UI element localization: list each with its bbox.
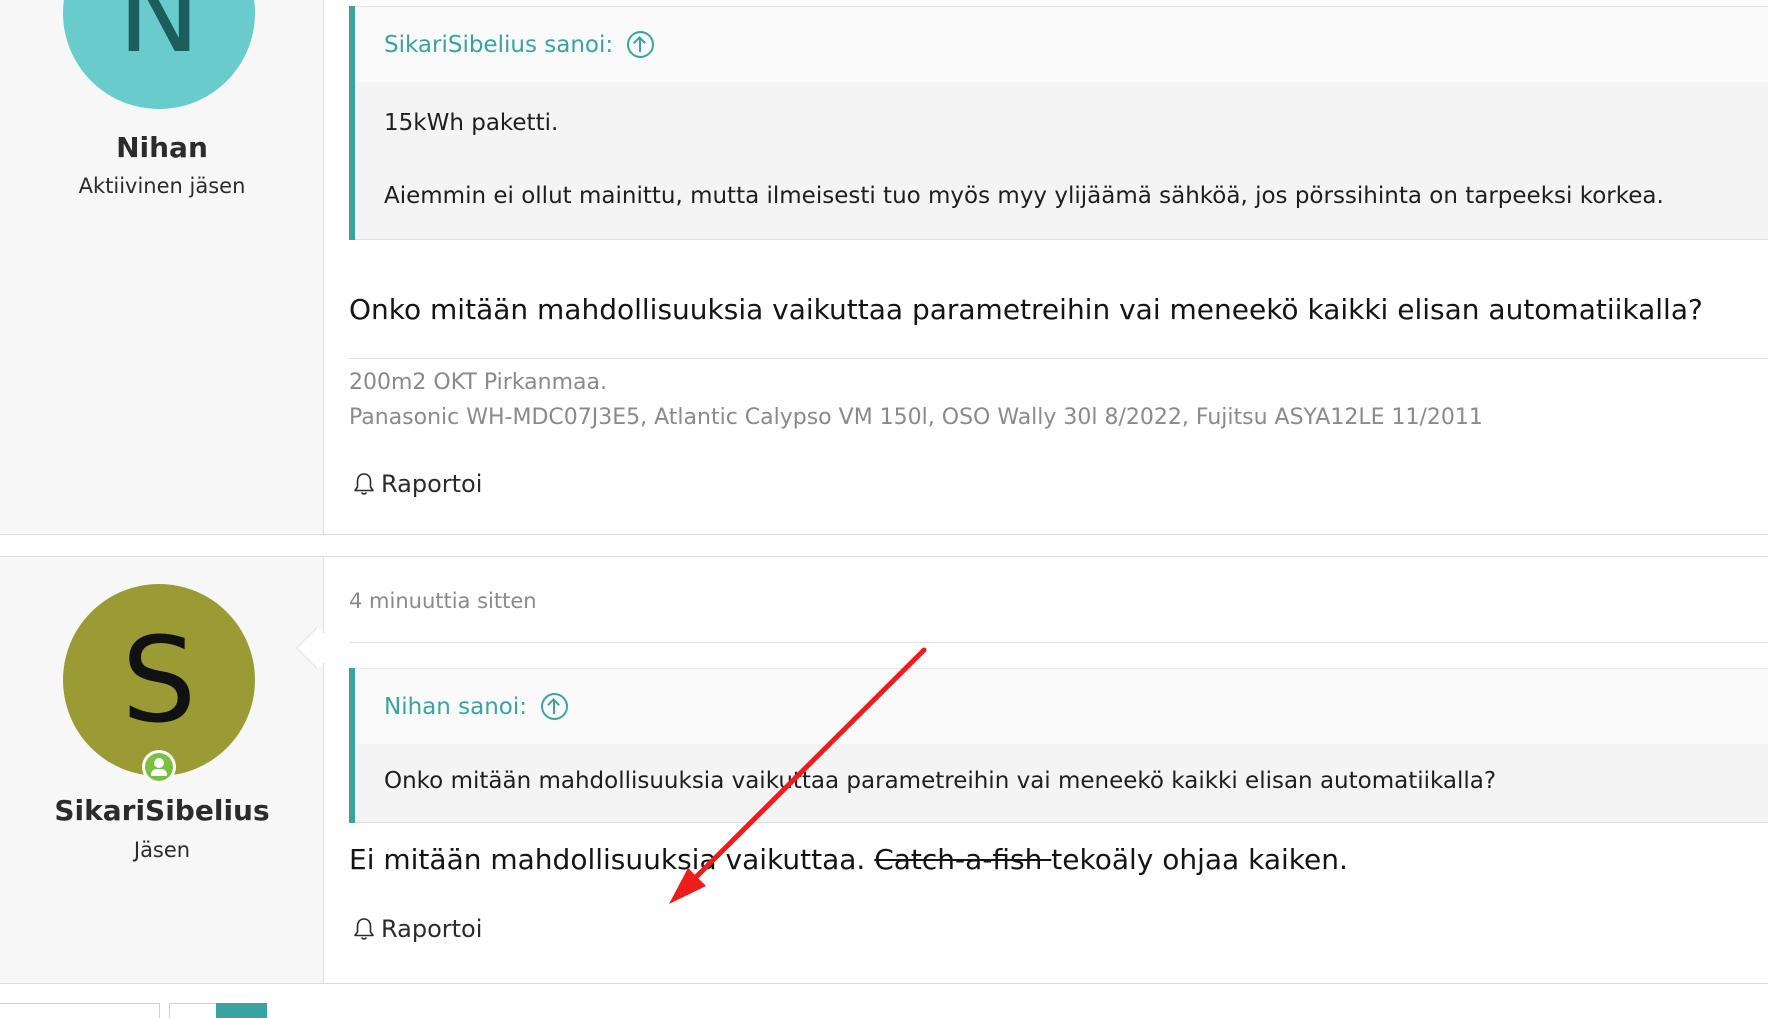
quote-block: SikariSibelius sanoi: 15kWh paketti. Aie…: [349, 6, 1768, 240]
report-button[interactable]: Raportoi: [353, 470, 482, 498]
quote-block: Nihan sanoi: Onko mitään mahdollisuuksia…: [349, 668, 1768, 823]
quote-line: Aiemmin ei ollut mainittu, mutta ilmeise…: [384, 183, 1664, 209]
avatar[interactable]: S: [63, 584, 255, 776]
post-sikarisibelius: S SikariSibelius Jäsen 4 minuuttia sitte…: [0, 556, 1768, 984]
quote-header[interactable]: SikariSibelius sanoi:: [355, 6, 1768, 82]
bell-icon: [354, 473, 374, 495]
user-info-panel: S SikariSibelius Jäsen: [0, 557, 324, 983]
post-content: SikariSibelius sanoi: 15kWh paketti. Aie…: [349, 0, 1768, 534]
user-info-panel: N Nihan Aktiivinen jäsen: [0, 0, 324, 534]
avatar-letter: S: [121, 611, 197, 749]
jump-to-quote-icon[interactable]: [541, 693, 569, 720]
signature-line: 200m2 OKT Pirkanmaa.: [349, 370, 607, 395]
post-nihan: N Nihan Aktiivinen jäsen SikariSibelius …: [0, 0, 1768, 535]
post-time[interactable]: 4 minuuttia sitten: [349, 589, 537, 613]
user-title: Jäsen: [133, 838, 191, 862]
username[interactable]: Nihan: [0, 131, 324, 164]
report-label: Raportoi: [381, 470, 483, 498]
post-content: 4 minuuttia sitten Nihan sanoi: Onko mit…: [349, 557, 1768, 983]
signature-divider: [349, 358, 1768, 359]
divider: [355, 822, 1768, 823]
post-body: Onko mitään mahdollisuuksia vaikuttaa pa…: [349, 293, 1703, 326]
report-label: Raportoi: [381, 915, 483, 943]
post-body-text: tekoäly ohjaa kaiken.: [1051, 843, 1348, 876]
divider: [349, 642, 1768, 643]
pagination-prev[interactable]: [0, 1003, 160, 1018]
post-body: Ei mitään mahdollisuuksia vaikuttaa. Cat…: [349, 843, 1748, 876]
avatar[interactable]: N: [63, 0, 255, 109]
avatar-letter: N: [117, 0, 201, 77]
pagination-page[interactable]: [169, 1003, 217, 1018]
post-body-text: Ei mitään mahdollisuuksia vaikuttaa.: [349, 843, 875, 876]
pagination-current-page[interactable]: [216, 1003, 267, 1018]
username[interactable]: SikariSibelius: [0, 794, 324, 827]
divider: [355, 239, 1768, 240]
quote-line: Onko mitään mahdollisuuksia vaikuttaa pa…: [384, 768, 1497, 794]
report-button[interactable]: Raportoi: [353, 915, 482, 943]
user-title: Aktiivinen jäsen: [78, 174, 246, 198]
bell-icon: [354, 918, 374, 940]
quote-author[interactable]: Nihan sanoi:: [384, 694, 527, 720]
struck-text: Catch-a-fish: [874, 843, 1052, 876]
quote-line: 15kWh paketti.: [384, 110, 559, 136]
quote-author[interactable]: SikariSibelius sanoi:: [384, 32, 613, 58]
signature-line: Panasonic WH-MDC07J3E5, Atlantic Calypso…: [349, 405, 1483, 430]
quote-header[interactable]: Nihan sanoi:: [355, 668, 1768, 744]
jump-to-quote-icon[interactable]: [627, 31, 655, 58]
online-status-icon: [142, 750, 176, 784]
